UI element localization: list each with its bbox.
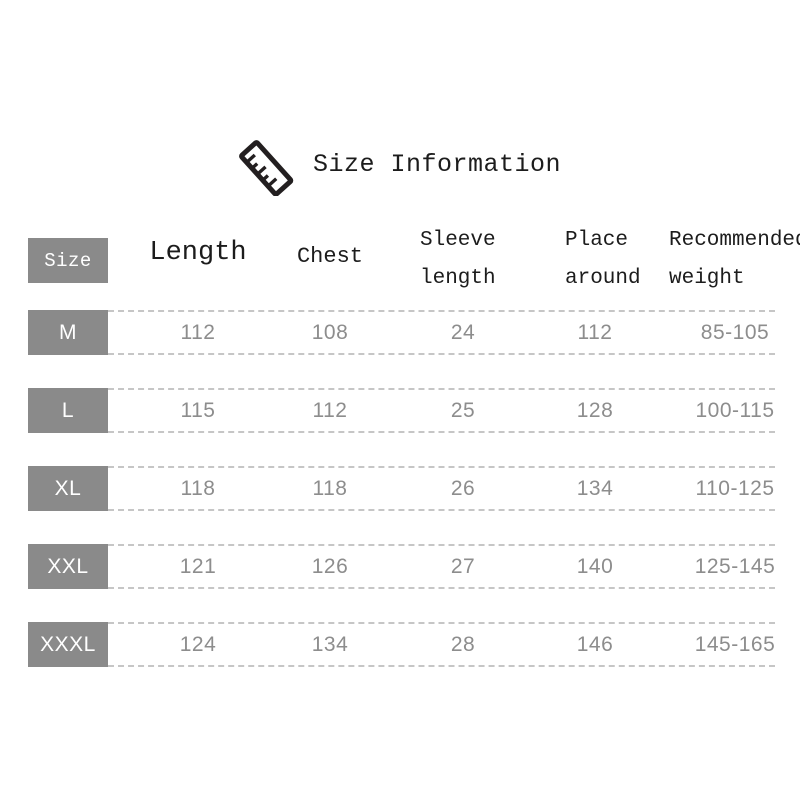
table-row: L 115 112 25 128 100-115 xyxy=(0,388,800,466)
cell-sleeve: 25 xyxy=(450,398,476,422)
cell-place: 112 xyxy=(577,320,613,344)
row-size-chip: XXXL xyxy=(28,622,108,667)
cell-length: 124 xyxy=(179,632,217,656)
column-header-sleeve-line1: Sleeve xyxy=(420,229,496,252)
column-header-chest: Chest xyxy=(270,238,390,276)
column-header-place-line1: Place xyxy=(565,229,629,252)
cell-length: 112 xyxy=(180,320,216,344)
column-header-weight: Recommended weight xyxy=(669,222,800,298)
cell-place: 134 xyxy=(576,476,614,500)
table-row: XXXL 124 134 28 146 145-165 xyxy=(0,622,800,700)
cell-place: 128 xyxy=(576,398,614,422)
size-chart-page: Size Information Size Length Chest Sleev… xyxy=(0,0,800,800)
cell-chest: 112 xyxy=(312,398,348,422)
cell-chest: 134 xyxy=(311,632,349,656)
table-row: M 112 108 24 112 85-105 xyxy=(0,310,800,388)
column-header-weight-line2: weight xyxy=(669,267,745,290)
row-size-label: L xyxy=(61,398,75,422)
row-size-chip: L xyxy=(28,388,108,433)
cell-place: 140 xyxy=(576,554,614,578)
row-size-chip: XXL xyxy=(28,544,108,589)
column-header-sleeve: Sleeve length xyxy=(420,222,550,298)
row-size-label: XXL xyxy=(47,554,89,578)
cell-sleeve: 24 xyxy=(450,320,476,344)
column-header-chest-label: Chest xyxy=(296,244,363,269)
column-header-size-label: Size xyxy=(44,249,92,272)
column-header-size: Size xyxy=(28,238,108,283)
cell-chest: 108 xyxy=(311,320,349,344)
row-size-label: XL xyxy=(54,476,82,500)
column-header-sleeve-line2: length xyxy=(420,267,496,290)
page-title: Size Information xyxy=(312,149,562,179)
table-row: XXL 121 126 27 140 125-145 xyxy=(0,544,800,622)
cell-weight: 110-125 xyxy=(695,476,775,500)
cell-weight: 100-115 xyxy=(695,398,775,422)
cell-length: 115 xyxy=(180,398,216,422)
row-size-label: XXXL xyxy=(40,632,96,656)
cell-place: 146 xyxy=(576,632,614,656)
cell-weight: 125-145 xyxy=(694,554,776,578)
cell-length: 118 xyxy=(180,476,216,500)
cell-sleeve: 28 xyxy=(450,632,476,656)
cell-chest: 126 xyxy=(311,554,349,578)
row-size-label: M xyxy=(59,320,77,344)
row-size-chip: M xyxy=(28,310,108,355)
column-header-length: Length xyxy=(138,234,258,272)
cell-chest: 118 xyxy=(312,476,348,500)
cell-sleeve: 26 xyxy=(450,476,476,500)
title-block: Size Information xyxy=(0,128,800,200)
cell-sleeve: 27 xyxy=(450,554,476,578)
row-size-chip: XL xyxy=(28,466,108,511)
cell-weight: 145-165 xyxy=(694,632,776,656)
column-header-length-label: Length xyxy=(149,238,247,268)
table-header-row: Size Length Chest Sleeve length Place ar… xyxy=(0,210,800,310)
cell-length: 121 xyxy=(179,554,217,578)
size-table: Size Length Chest Sleeve length Place ar… xyxy=(0,210,800,700)
cell-weight: 85-105 xyxy=(700,320,770,344)
ruler-icon xyxy=(239,140,294,196)
column-header-weight-line1: Recommended xyxy=(669,229,800,252)
table-row: XL 118 118 26 134 110-125 xyxy=(0,466,800,544)
